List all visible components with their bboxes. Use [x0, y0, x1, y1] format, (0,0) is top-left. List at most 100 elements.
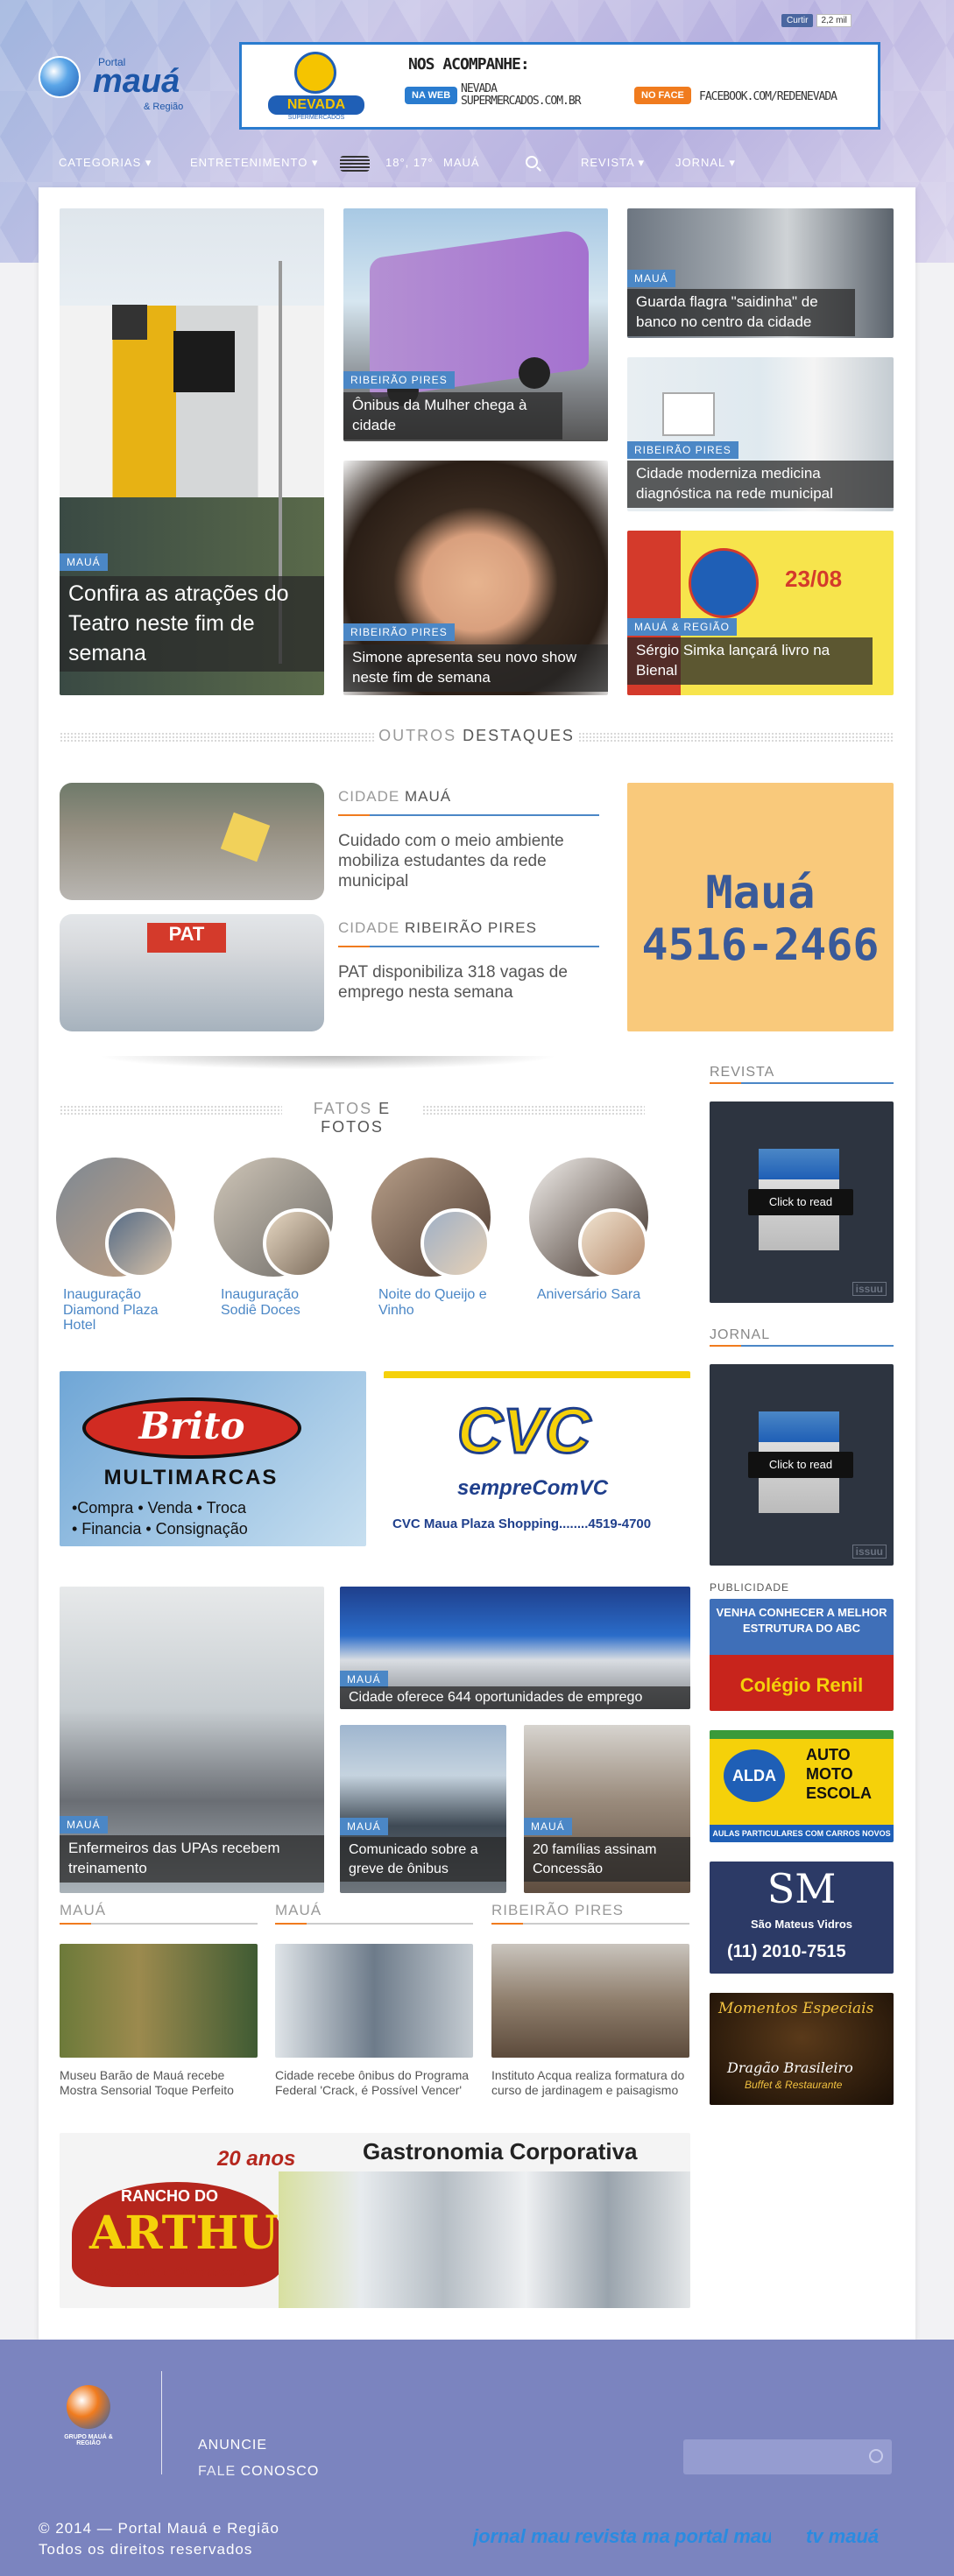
simone-title[interactable]: Simone apresenta seu novo show neste fim… — [343, 644, 608, 692]
city-b: RIBEIRÃO PIRES — [404, 919, 537, 936]
nav-categorias[interactable]: CATEGORIAS ▾ — [59, 156, 152, 170]
crack-bus-photo[interactable] — [275, 1944, 473, 2058]
acqua-photo[interactable] — [491, 1944, 689, 2058]
column-text[interactable]: Cidade recebe ônibus do Programa Federal… — [275, 2068, 473, 2098]
brand-jornal-maua[interactable]: jornal mauá — [473, 2525, 569, 2548]
column-head-ribeirao[interactable]: RIBEIRÃO PIRES — [491, 1902, 624, 1919]
category-badge[interactable]: MAUÁ — [340, 1671, 388, 1688]
familias-title[interactable]: 20 famílias assinam Concessão — [524, 1837, 690, 1883]
sao-mateus-ad[interactable]: SM São Mateus Vidros (11) 2010-7515 — [710, 1862, 894, 1974]
nevada-banner-ad[interactable]: NEVADA SUPERMERCADOS NOS ACOMPANHE: NA W… — [239, 42, 880, 130]
greve-title[interactable]: Comunicado sobre a greve de ônibus — [340, 1837, 506, 1883]
nav-entretenimento[interactable]: ENTRETENIMENTO ▾ — [190, 156, 319, 170]
familias-card[interactable]: MAUÁ 20 famílias assinam Concessão — [524, 1725, 690, 1893]
fato-label[interactable]: Aniversário Sara — [527, 1287, 650, 1303]
emprego-title[interactable]: Cidade oferece 644 oportunidades de empr… — [340, 1686, 690, 1709]
fato-item[interactable]: Aniversário Sara — [527, 1158, 650, 1303]
nav-jornal[interactable]: JORNAL ▾ — [675, 156, 736, 170]
category-badge[interactable]: RIBEIRÃO PIRES — [343, 623, 455, 641]
column-text[interactable]: Museu Barão de Mauá recebe Mostra Sensor… — [60, 2068, 258, 2098]
anuncie-link[interactable]: ANUNCIE — [198, 2438, 267, 2453]
emprego-card[interactable]: MAUÁ Cidade oferece 644 oportunidades de… — [340, 1587, 690, 1709]
footer: GRUPO MAUÁ & REGIÃO ANUNCIE FALE CONOSCO… — [0, 2340, 954, 2576]
brito-line2: • Financia • Consignação — [72, 1520, 248, 1538]
revista-heading[interactable]: REVISTA — [710, 1065, 774, 1080]
fato-label[interactable]: Inauguração Sodiê Doces — [212, 1287, 335, 1318]
arthur-name1: RANCHO DO — [121, 2187, 218, 2205]
dragao-ad[interactable]: Momentos Especiais Dragão Brasileiro Buf… — [710, 1993, 894, 2105]
category-badge[interactable]: RIBEIRÃO PIRES — [343, 371, 455, 389]
click-to-read-button[interactable]: Click to read — [748, 1452, 853, 1478]
footer-search-input[interactable] — [683, 2439, 892, 2474]
category-badge[interactable]: RIBEIRÃO PIRES — [627, 441, 738, 459]
issuu-logo: issuu — [852, 1545, 887, 1559]
revista-reader[interactable]: Click to read issuu — [710, 1101, 894, 1303]
site-logo[interactable]: Portal mauá & Região — [39, 49, 187, 117]
column-head-maua[interactable]: MAUÁ — [60, 1902, 106, 1919]
facebook-like-widget[interactable]: Curtir 2,2 mil — [781, 14, 852, 27]
category-badge[interactable]: MAUÁ — [60, 553, 108, 571]
monitor-shape — [662, 392, 715, 436]
fato-label[interactable]: Noite do Queijo e Vinho — [370, 1287, 492, 1318]
column-text[interactable]: Instituto Acqua realiza formatura do cur… — [491, 2068, 689, 2098]
fato-item[interactable]: Noite do Queijo e Vinho — [370, 1158, 492, 1318]
fato-item[interactable]: Inauguração Sodiê Doces — [212, 1158, 335, 1318]
greve-card[interactable]: MAUÁ Comunicado sobre a greve de ônibus — [340, 1725, 506, 1893]
rancho-arthur-ad[interactable]: 20 anos RANCHO DO ARTHUR Restaurante e C… — [60, 2133, 690, 2308]
simone-card[interactable]: RIBEIRÃO PIRES Simone apresenta seu novo… — [343, 461, 608, 695]
featured-big-card[interactable]: MAUÁ Confira as atrações do Teatro neste… — [60, 208, 324, 695]
clinic-title[interactable]: Cidade moderniza medicina diagnóstica na… — [627, 461, 894, 508]
brand-portal-maua[interactable]: portal mauá — [675, 2525, 771, 2548]
upa-card[interactable]: MAUÁ Enfermeiros das UPAs recebem treina… — [60, 1587, 324, 1893]
clinic-card[interactable]: RIBEIRÃO PIRES Cidade moderniza medicina… — [627, 357, 894, 511]
column-head-maua2[interactable]: MAUÁ — [275, 1902, 322, 1919]
nevada-brand-sub: SUPERMERCADOS — [287, 115, 345, 121]
renil-ad[interactable]: VENHA CONHECER A MELHOR ESTRUTURA DO ABC… — [710, 1599, 894, 1711]
brand-revista-maua[interactable]: revista mauá — [575, 2525, 671, 2548]
alda-ad[interactable]: ALDA AUTO MOTO ESCOLA AULAS PARTICULARES… — [710, 1730, 894, 1842]
bus-title[interactable]: Ônibus da Mulher chega à cidade — [343, 392, 562, 440]
outros-item1-photo[interactable] — [60, 783, 324, 900]
phone-ad[interactable]: Mauá 4516-2466 — [627, 783, 894, 1031]
outros-item2-photo[interactable]: PAT — [60, 914, 324, 1031]
category-badge[interactable]: MAUÁ — [340, 1818, 388, 1835]
brito-sub: MULTIMARCAS — [103, 1466, 279, 1489]
category-badge[interactable]: MAUÁ — [627, 270, 675, 287]
grupo-logo[interactable]: GRUPO MAUÁ & REGIÃO — [56, 2385, 121, 2450]
jornal-reader[interactable]: Click to read issuu — [710, 1364, 894, 1566]
outros-item2-desc[interactable]: PAT disponibiliza 318 vagas de emprego n… — [338, 963, 601, 1003]
upa-title[interactable]: Enfermeiros das UPAs recebem treinamento — [60, 1835, 324, 1883]
museu-photo[interactable] — [60, 1944, 258, 2058]
nevada-brand: NEVADA — [268, 95, 364, 115]
issuu-logo: issuu — [852, 1282, 887, 1296]
atm-card[interactable]: MAUÁ Guarda flagra "saidinha" de banco n… — [627, 208, 894, 338]
etica-card[interactable]: 23/08 MAUÁ & REGIÃO Sérgio Simka lançará… — [627, 531, 894, 695]
fato-item[interactable]: Inauguração Diamond Plaza Hotel — [54, 1158, 177, 1334]
title-part-a: OUTROS — [378, 727, 457, 744]
nav-revista[interactable]: REVISTA ▾ — [581, 156, 645, 170]
brand-tv-maua[interactable]: tv mauá — [806, 2525, 902, 2548]
sm-sub: São Mateus Vidros — [750, 1918, 853, 1931]
facebook-like-button[interactable]: Curtir — [781, 14, 814, 27]
cvc-ad[interactable]: CVC sempreComVC CVC Maua Plaza Shopping.… — [384, 1371, 690, 1546]
bus-card[interactable]: RIBEIRÃO PIRES Ônibus da Mulher chega à … — [343, 208, 608, 441]
brito-line1: •Compra • Venda • Troca — [72, 1499, 247, 1517]
click-to-read-button[interactable]: Click to read — [748, 1189, 853, 1215]
grupo-logo-text: GRUPO MAUÁ & REGIÃO — [64, 2434, 113, 2446]
fato-label[interactable]: Inauguração Diamond Plaza Hotel — [54, 1287, 177, 1334]
underline — [710, 1082, 894, 1084]
category-badge[interactable]: MAUÁ — [60, 1816, 108, 1833]
etica-title[interactable]: Sérgio Simka lançará livro na Bienal — [627, 637, 873, 685]
fato-thumb — [263, 1208, 333, 1278]
jornal-heading[interactable]: JORNAL — [710, 1327, 770, 1343]
category-badge[interactable]: MAUÁ & REGIÃO — [627, 618, 738, 636]
arthur-anos: 20 anos — [217, 2147, 296, 2171]
featured-big-title[interactable]: Confira as atrações do Teatro neste fim … — [60, 576, 324, 672]
alda-line3: ESCOLA — [806, 1784, 873, 1802]
outros-item1-desc[interactable]: Cuidado com o meio ambiente mobiliza est… — [338, 832, 601, 891]
brito-ad[interactable]: Brito MULTIMARCAS •Compra • Venda • Troc… — [60, 1371, 366, 1546]
category-badge[interactable]: MAUÁ — [524, 1818, 572, 1835]
atm-title[interactable]: Guarda flagra "saidinha" de banco no cen… — [627, 289, 855, 336]
search-icon[interactable] — [526, 156, 538, 168]
fale-conosco-link[interactable]: FALE CONOSCO — [198, 2464, 319, 2480]
